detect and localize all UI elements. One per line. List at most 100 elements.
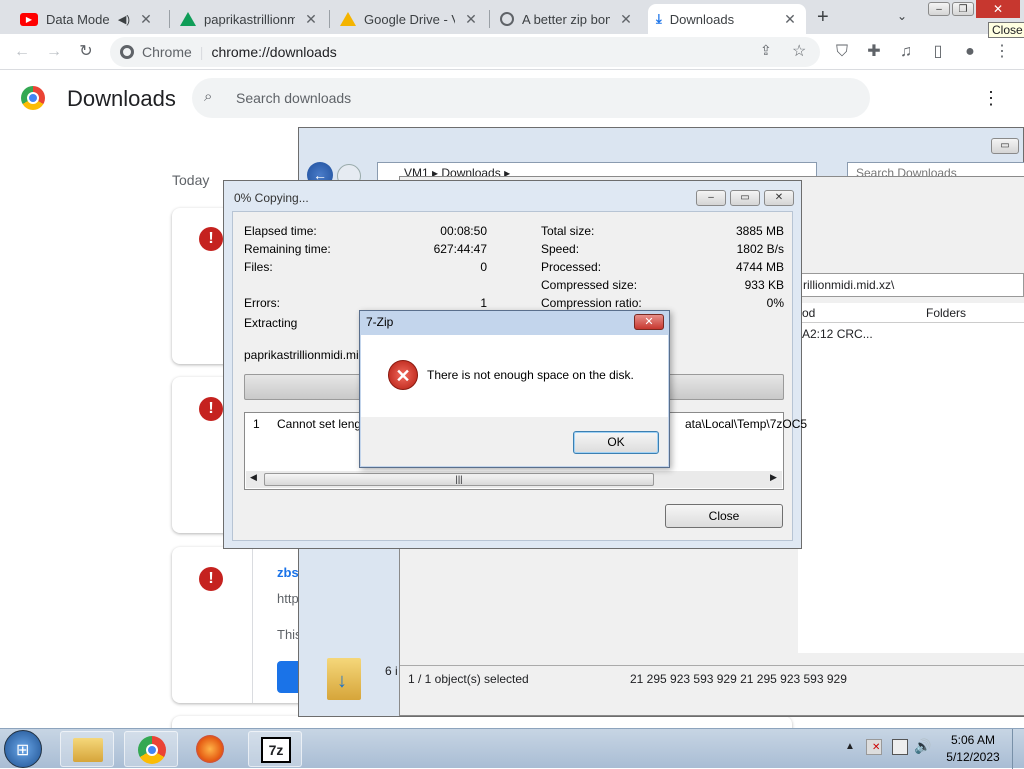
- globe-icon: [500, 12, 514, 26]
- close-tab-icon[interactable]: ✕: [138, 11, 154, 28]
- extracting-label: Extracting: [244, 316, 298, 330]
- tab-drive-video[interactable]: Google Drive - Vi ✕: [332, 4, 487, 34]
- search-icon: ⌕: [204, 88, 213, 105]
- media-control-icon[interactable]: ♫: [896, 42, 916, 62]
- chrome-site-icon: [120, 45, 134, 59]
- status-sizes: 21 295 923 593 929 21 295 923 593 929: [630, 672, 847, 686]
- errors-label: Errors:: [244, 296, 280, 310]
- restore-window-button[interactable]: ❐: [952, 2, 974, 16]
- windows-taskbar: ⊞ 7z ▲ ✕ 🔊 5:06 AM 5/12/2023: [0, 728, 1024, 769]
- error-icon: !: [199, 567, 223, 591]
- status-selection: 1 / 1 object(s) selected: [408, 672, 529, 686]
- speed-label: Speed:: [541, 242, 580, 256]
- 7zip-icon: 7z: [261, 737, 291, 763]
- error-icon: !: [199, 227, 223, 251]
- search-downloads-field[interactable]: ⌕ Search downloads: [192, 78, 870, 118]
- close-tooltip: Close: [988, 22, 1024, 38]
- tab-youtube[interactable]: ▶ Data Modelin ◀) ✕: [12, 4, 162, 34]
- error-icon: !: [199, 397, 223, 421]
- taskbar-explorer[interactable]: [60, 731, 114, 767]
- processed-label: Processed:: [541, 260, 602, 274]
- ok-button[interactable]: OK: [573, 431, 659, 454]
- taskbar-chrome[interactable]: [124, 731, 178, 767]
- window-min-button[interactable]: ▭: [991, 138, 1019, 154]
- google-drive-icon: [340, 12, 356, 26]
- tab-zip-bomb[interactable]: A better zip bomb ✕: [492, 4, 642, 34]
- tab-title: Google Drive - Vi: [364, 11, 455, 27]
- column-folders[interactable]: Folders: [926, 306, 966, 320]
- files-label: Files:: [244, 260, 273, 274]
- extensions-icon[interactable]: ✚: [864, 42, 884, 62]
- ratio-value: 0%: [766, 296, 784, 310]
- remaining-value: 627:44:47: [433, 242, 487, 256]
- close-button[interactable]: Close: [665, 504, 783, 528]
- reload-icon[interactable]: ↻: [76, 42, 96, 62]
- alert-title: 7-Zip: [366, 315, 394, 329]
- download-url[interactable]: http: [277, 591, 299, 606]
- file-list[interactable]: A2:12 CRC...: [798, 323, 1024, 653]
- ratio-label: Compression ratio:: [541, 296, 642, 310]
- scrollbar-thumb[interactable]: |||: [264, 473, 654, 486]
- url-text: chrome://downloads: [211, 44, 337, 60]
- tab-title: Downloads: [669, 11, 735, 27]
- clock-date[interactable]: 5/12/2023: [940, 750, 1006, 764]
- google-drive-icon: [180, 12, 196, 26]
- chrome-icon: [138, 736, 166, 764]
- menu-kebab-icon[interactable]: ⋮: [992, 42, 1012, 62]
- youtube-icon: ▶: [20, 12, 38, 26]
- tray-expand-icon[interactable]: ▲: [845, 741, 855, 752]
- bookmark-star-icon[interactable]: ☆: [792, 41, 806, 61]
- total-size-label: Total size:: [541, 224, 595, 238]
- row-method: A2:12 CRC...: [802, 327, 873, 341]
- tab-title: paprikastrillionmi: [204, 11, 295, 27]
- tab-search-icon[interactable]: ⌄: [897, 9, 907, 23]
- date-section-label: Today: [172, 172, 210, 188]
- close-window-button[interactable]: ✕: [976, 0, 1020, 18]
- search-placeholder: Search downloads: [236, 90, 352, 106]
- ublock-icon[interactable]: ⛉: [832, 42, 852, 62]
- page-title: Downloads: [67, 86, 176, 111]
- download-filename-link[interactable]: zbs: [277, 565, 299, 580]
- speaker-icon[interactable]: ◀): [118, 13, 130, 26]
- taskbar-7zip[interactable]: 7z: [248, 731, 302, 767]
- back-icon[interactable]: ←: [12, 42, 32, 62]
- start-button[interactable]: ⊞: [4, 730, 42, 768]
- minimize-window-button[interactable]: –: [928, 2, 950, 16]
- log-path: ata\Local\Temp\7zOC5: [685, 417, 808, 431]
- close-tab-icon[interactable]: ✕: [463, 11, 479, 28]
- volume-icon[interactable]: 🔊: [914, 738, 931, 755]
- tab-drive-file[interactable]: paprikastrillionmi ✕: [172, 4, 327, 34]
- share-icon[interactable]: ⇪: [760, 42, 772, 59]
- dialog-title: 0% Copying...: [234, 191, 309, 205]
- log-message: Cannot set length: [277, 417, 372, 431]
- show-desktop-button[interactable]: [1012, 729, 1024, 769]
- close-tab-icon[interactable]: ✕: [303, 11, 319, 28]
- new-tab-button[interactable]: +: [817, 6, 829, 29]
- alert-close-button[interactable]: ✕: [634, 314, 664, 330]
- speed-value: 1802 B/s: [736, 242, 784, 256]
- close-tab-icon[interactable]: ✕: [782, 11, 798, 28]
- firefox-icon[interactable]: [196, 735, 224, 763]
- tab-downloads[interactable]: ⤓ Downloads ✕: [648, 4, 806, 34]
- side-panel-icon[interactable]: ▯: [928, 42, 948, 62]
- address-bar[interactable]: Chrome | chrome://downloads ⇪ ☆: [110, 37, 820, 67]
- files-value: 0: [480, 260, 487, 274]
- forward-icon[interactable]: →: [44, 42, 64, 62]
- current-filename: paprikastrillionmidi.mid: [244, 348, 366, 362]
- dialog-minimize-button[interactable]: –: [696, 190, 726, 206]
- profile-avatar-icon[interactable]: ●: [960, 42, 980, 62]
- dialog-maximize-button[interactable]: ▭: [730, 190, 760, 206]
- close-tab-icon[interactable]: ✕: [618, 11, 634, 28]
- download-icon: ⤓: [656, 11, 662, 26]
- network-icon[interactable]: [892, 739, 908, 755]
- dialog-close-button[interactable]: ✕: [764, 190, 794, 206]
- horizontal-scrollbar[interactable]: ◀ ||| ▶: [246, 471, 782, 488]
- column-method[interactable]: od: [802, 306, 815, 320]
- downloads-menu-icon[interactable]: ⋮: [982, 88, 1000, 109]
- site-label: Chrome: [142, 44, 192, 60]
- item-count: 6 i: [385, 664, 398, 678]
- clock-time[interactable]: 5:06 AM: [940, 733, 1006, 747]
- archive-path-field[interactable]: rillionmidi.mid.xz\: [798, 273, 1024, 297]
- action-center-flag-icon[interactable]: ✕: [866, 739, 882, 755]
- log-index: 1: [253, 417, 260, 431]
